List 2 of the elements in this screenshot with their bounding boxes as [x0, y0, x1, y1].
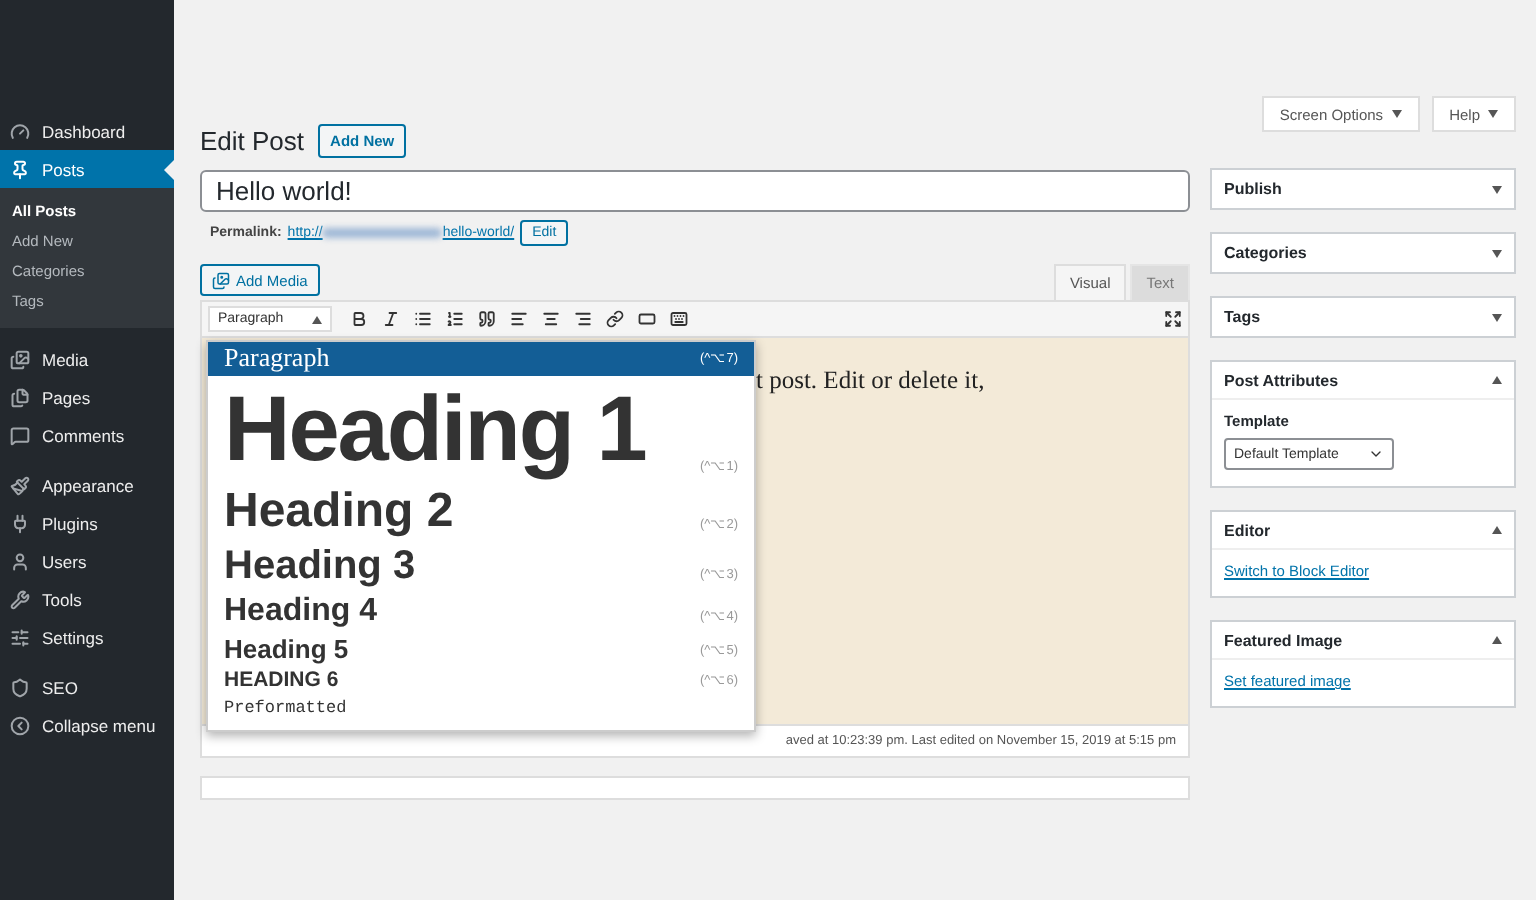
page-title: Edit Post [200, 126, 305, 156]
editor-text: t post. Edit or delete it, [756, 366, 987, 396]
